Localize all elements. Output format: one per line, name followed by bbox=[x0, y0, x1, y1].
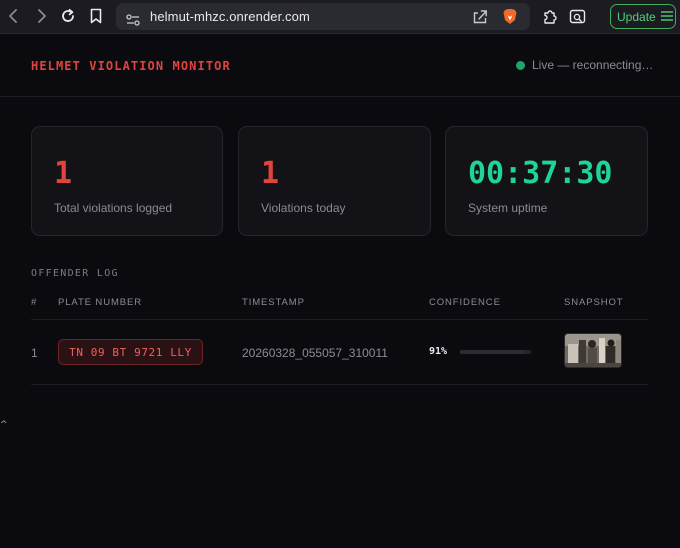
table-row-divider bbox=[31, 384, 648, 385]
stat-value: 00:37:30 bbox=[468, 156, 613, 191]
live-status-dot bbox=[516, 60, 525, 70]
confidence-bar-fill bbox=[460, 350, 525, 354]
column-header-timestamp: TIMESTAMP bbox=[242, 297, 305, 308]
stat-value: 1 bbox=[54, 156, 73, 191]
confidence-bar bbox=[460, 350, 531, 354]
update-label: Update bbox=[617, 9, 656, 24]
stat-card-uptime: 00:37:30 System uptime bbox=[445, 126, 648, 236]
address-bar[interactable]: helmut-mhzc.onrender.com bbox=[116, 3, 530, 30]
plate-number: TN 09 BT 9721 LLY bbox=[69, 345, 192, 359]
column-header-index: # bbox=[31, 297, 38, 308]
share-icon[interactable] bbox=[472, 9, 488, 28]
bookmark-icon[interactable] bbox=[86, 6, 106, 26]
stat-card-violations-today: 1 Violations today bbox=[238, 126, 431, 236]
column-header-snapshot: SNAPSHOT bbox=[564, 297, 624, 308]
menu-icon bbox=[660, 7, 674, 26]
site-settings-icon[interactable] bbox=[126, 11, 140, 30]
connection-status: Live — reconnecting… bbox=[516, 58, 653, 72]
stat-label: System uptime bbox=[468, 201, 548, 215]
brave-shields-icon[interactable] bbox=[502, 8, 518, 29]
url-text[interactable]: helmut-mhzc.onrender.com bbox=[150, 9, 310, 24]
row-timestamp: 20260328_055057_310011 bbox=[242, 346, 388, 360]
stat-label: Violations today bbox=[261, 201, 346, 215]
stat-value: 1 bbox=[261, 156, 280, 191]
reload-icon[interactable] bbox=[58, 6, 78, 26]
browser-toolbar: helmut-mhzc.onrender.com Update bbox=[0, 0, 680, 34]
column-header-confidence: CONFIDENCE bbox=[429, 297, 501, 308]
plate-badge: TN 09 BT 9721 LLY bbox=[58, 339, 203, 365]
header-divider bbox=[0, 96, 680, 97]
section-title-offender-log: OFFENDER LOG bbox=[31, 268, 119, 279]
caret-up-icon: ^ bbox=[0, 420, 8, 430]
extensions-icon[interactable] bbox=[540, 6, 560, 26]
forward-icon[interactable] bbox=[31, 6, 51, 26]
page-title: HELMET VIOLATION MONITOR bbox=[31, 59, 231, 73]
back-icon[interactable] bbox=[4, 6, 24, 26]
snapshot-thumbnail[interactable] bbox=[564, 333, 622, 368]
wallet-icon[interactable] bbox=[567, 6, 587, 26]
stat-card-total-violations: 1 Total violations logged bbox=[31, 126, 223, 236]
stat-label: Total violations logged bbox=[54, 201, 173, 215]
row-index: 1 bbox=[31, 346, 38, 360]
table-header-divider bbox=[31, 319, 648, 320]
status-text: Live — reconnecting… bbox=[532, 58, 654, 72]
confidence-percent: 91% bbox=[429, 346, 448, 357]
column-header-plate: PLATE NUMBER bbox=[58, 297, 142, 308]
update-button[interactable]: Update bbox=[610, 4, 676, 29]
